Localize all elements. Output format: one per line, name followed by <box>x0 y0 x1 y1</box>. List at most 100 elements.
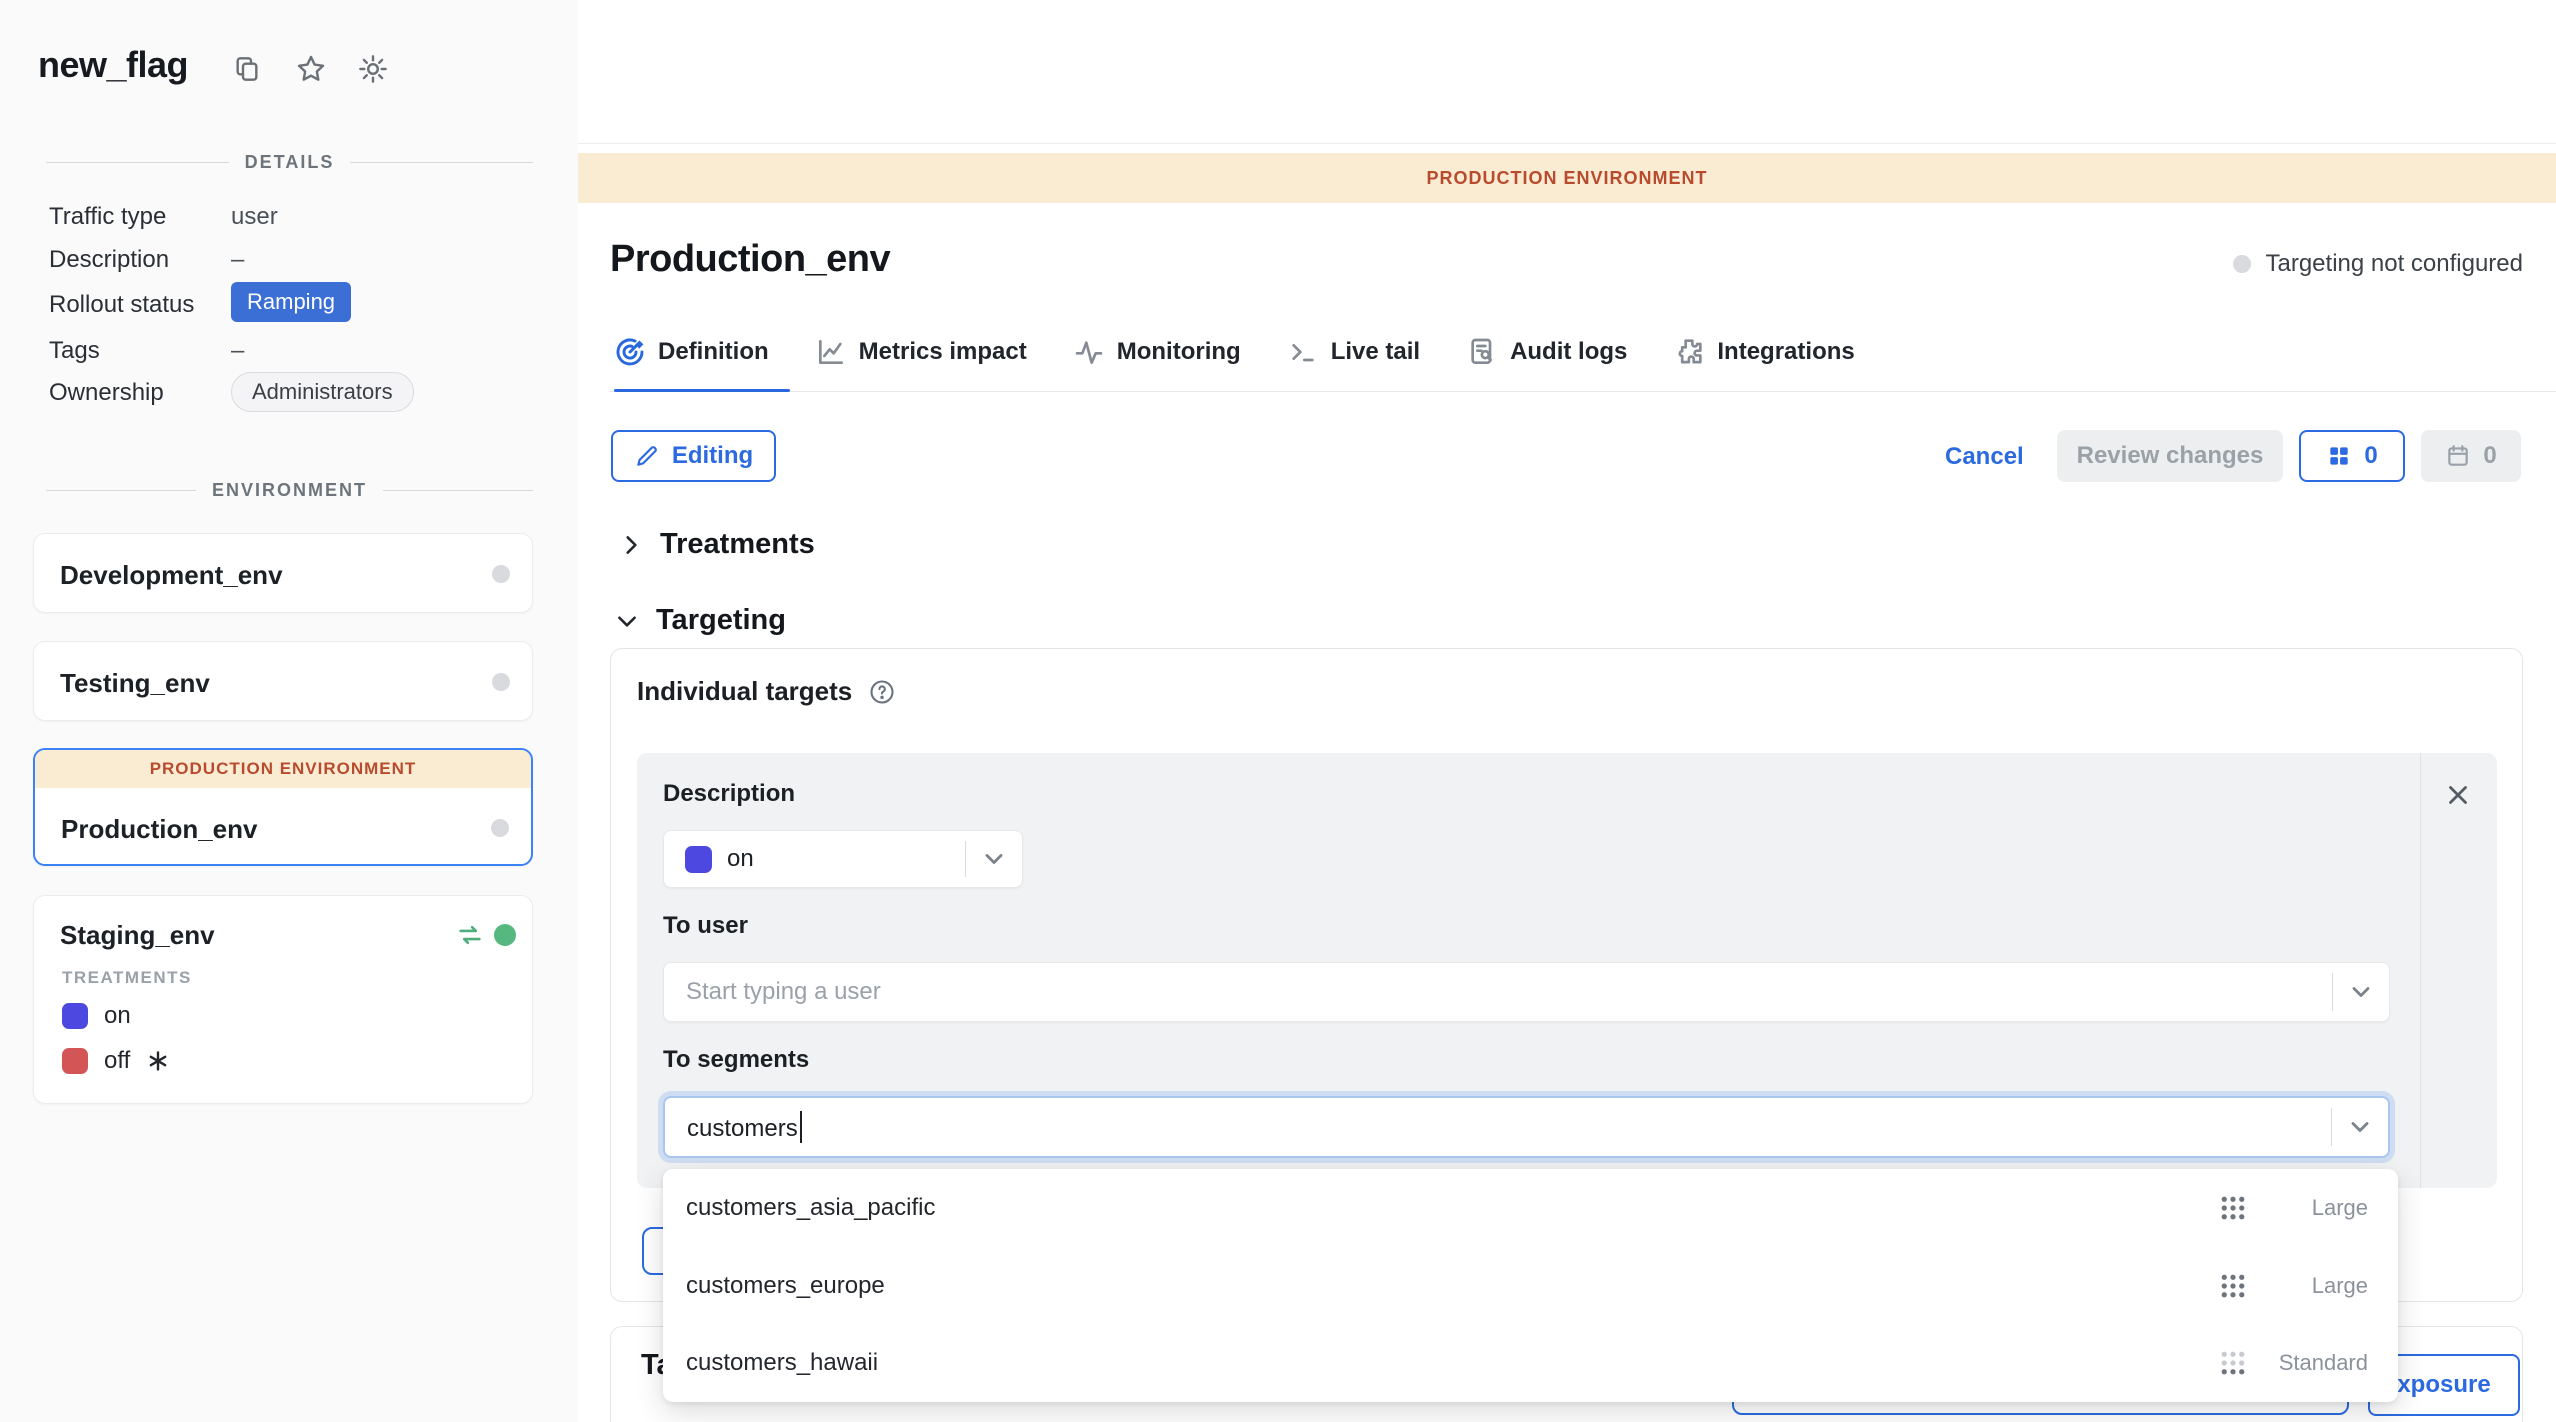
tabs-bottom-border <box>610 391 2556 392</box>
transfer-arrows-icon <box>456 921 484 949</box>
changes-counter-button[interactable]: 0 <box>2299 430 2405 482</box>
env-name: Development_env <box>60 560 283 591</box>
description-value: – <box>231 246 244 274</box>
calendar-icon <box>2445 443 2471 469</box>
rule-card-divider <box>2420 753 2421 1188</box>
segment-name: customers_europe <box>686 1272 2218 1300</box>
default-treatment-asterisk-icon <box>146 1049 170 1073</box>
segment-name: customers_asia_pacific <box>686 1194 2218 1222</box>
chart-icon <box>815 336 847 368</box>
help-icon[interactable] <box>868 678 896 706</box>
treatment-label: off <box>104 1047 130 1075</box>
gear-icon[interactable] <box>357 53 389 85</box>
tab-label: Live tail <box>1331 338 1420 366</box>
cancel-button[interactable]: Cancel <box>1945 443 2024 471</box>
status-dot-icon <box>2233 255 2251 273</box>
chevron-down-icon <box>2347 978 2375 1006</box>
tab-label: Integrations <box>1717 338 1854 366</box>
env-status-dot <box>494 924 516 946</box>
changes-count: 0 <box>2364 442 2377 470</box>
user-input[interactable]: Start typing a user <box>663 962 2390 1022</box>
puzzle-icon <box>1673 336 1705 368</box>
treatment-select[interactable]: on <box>663 830 1023 888</box>
pencil-icon <box>634 443 660 469</box>
tags-label: Tags <box>49 337 100 365</box>
rollout-status-label: Rollout status <box>49 291 194 319</box>
ownership-badge: Administrators <box>231 372 414 412</box>
chevron-down-icon <box>980 845 1008 873</box>
production-environment-banner: PRODUCTION ENVIRONMENT <box>578 153 2556 203</box>
targeting-title: Targeting <box>656 604 786 637</box>
tab-integrations[interactable]: Integrations <box>1673 336 1854 390</box>
close-icon[interactable] <box>2443 780 2473 810</box>
env-card-testing[interactable]: Testing_env <box>33 641 533 721</box>
tab-bar: Definition Metrics impact Monitoring Liv… <box>614 336 1855 390</box>
treatments-heading: TREATMENTS <box>62 968 192 988</box>
select-divider <box>965 841 966 877</box>
treatments-section-header[interactable]: Treatments <box>618 528 815 561</box>
traffic-type-label: Traffic type <box>49 203 166 231</box>
tags-value: – <box>231 337 244 365</box>
schedule-count: 0 <box>2483 442 2496 470</box>
grid-icon <box>2326 443 2352 469</box>
schedule-counter-button[interactable]: 0 <box>2421 430 2521 482</box>
pulse-icon <box>1073 336 1105 368</box>
segment-name: customers_hawaii <box>686 1349 2218 1377</box>
editing-label: Editing <box>672 442 753 470</box>
segment-size: Large <box>2268 1195 2368 1221</box>
segment-option-asia-pacific[interactable]: customers_asia_pacific Large <box>663 1169 2398 1247</box>
details-heading: DETAILS <box>245 152 335 173</box>
ownership-label: Ownership <box>49 379 164 407</box>
production-env-banner: PRODUCTION ENVIRONMENT <box>35 750 531 788</box>
tab-label: Audit logs <box>1510 338 1627 366</box>
definition-target-icon <box>614 336 646 368</box>
env-name: Testing_env <box>60 668 210 699</box>
chevron-right-icon <box>618 532 644 558</box>
treatment-row-off: off <box>62 1047 170 1075</box>
segments-input[interactable]: customers <box>663 1096 2390 1158</box>
tab-metrics-impact[interactable]: Metrics impact <box>815 336 1027 390</box>
traffic-type-value: user <box>231 203 278 231</box>
editing-button[interactable]: Editing <box>611 430 776 482</box>
env-card-production[interactable]: PRODUCTION ENVIRONMENT Production_env <box>33 748 533 866</box>
input-divider <box>2332 973 2333 1011</box>
details-divider: DETAILS <box>46 152 533 173</box>
env-card-development[interactable]: Development_env <box>33 533 533 613</box>
sidebar: new_flag DETAILS Traffic type user Descr… <box>0 0 578 1422</box>
copy-icon[interactable] <box>231 53 263 85</box>
env-status-dot <box>491 819 509 837</box>
env-status-dot <box>492 565 510 583</box>
tab-live-tail[interactable]: Live tail <box>1287 336 1420 390</box>
to-segments-label: To segments <box>663 1046 809 1074</box>
dots-grid-icon <box>2218 1271 2248 1301</box>
env-card-staging[interactable]: Staging_env TREATMENTS on off <box>33 895 533 1104</box>
segment-option-hawaii[interactable]: customers_hawaii Standard <box>663 1324 2398 1402</box>
segments-input-value: customers <box>687 1111 2331 1143</box>
environment-divider: ENVIRONMENT <box>46 480 533 501</box>
chevron-down-icon <box>614 608 640 634</box>
segment-option-europe[interactable]: customers_europe Large <box>663 1247 2398 1325</box>
document-search-icon <box>1466 336 1498 368</box>
review-changes-button[interactable]: Review changes <box>2057 430 2283 482</box>
user-input-placeholder: Start typing a user <box>686 978 2332 1006</box>
segment-size: Standard <box>2268 1350 2368 1376</box>
tab-audit-logs[interactable]: Audit logs <box>1466 336 1627 390</box>
targeting-section-header[interactable]: Targeting <box>614 604 786 637</box>
targeting-status: Targeting not configured <box>2233 250 2523 278</box>
text-caret <box>800 1111 802 1143</box>
treatment-label: on <box>104 1002 131 1030</box>
tab-monitoring[interactable]: Monitoring <box>1073 336 1241 390</box>
status-text: Targeting not configured <box>2265 250 2523 278</box>
treatments-title: Treatments <box>660 528 815 561</box>
tab-definition[interactable]: Definition <box>614 336 769 390</box>
environment-heading: ENVIRONMENT <box>212 480 367 501</box>
page-title: Production_env <box>610 238 890 281</box>
star-icon[interactable] <box>295 53 327 85</box>
treatment-on-swatch <box>62 1003 88 1029</box>
treatment-off-swatch <box>62 1048 88 1074</box>
tab-label: Monitoring <box>1117 338 1241 366</box>
env-status-dot <box>492 673 510 691</box>
terminal-icon <box>1287 336 1319 368</box>
individual-targets-title: Individual targets <box>637 676 852 707</box>
tab-label: Definition <box>658 338 769 366</box>
